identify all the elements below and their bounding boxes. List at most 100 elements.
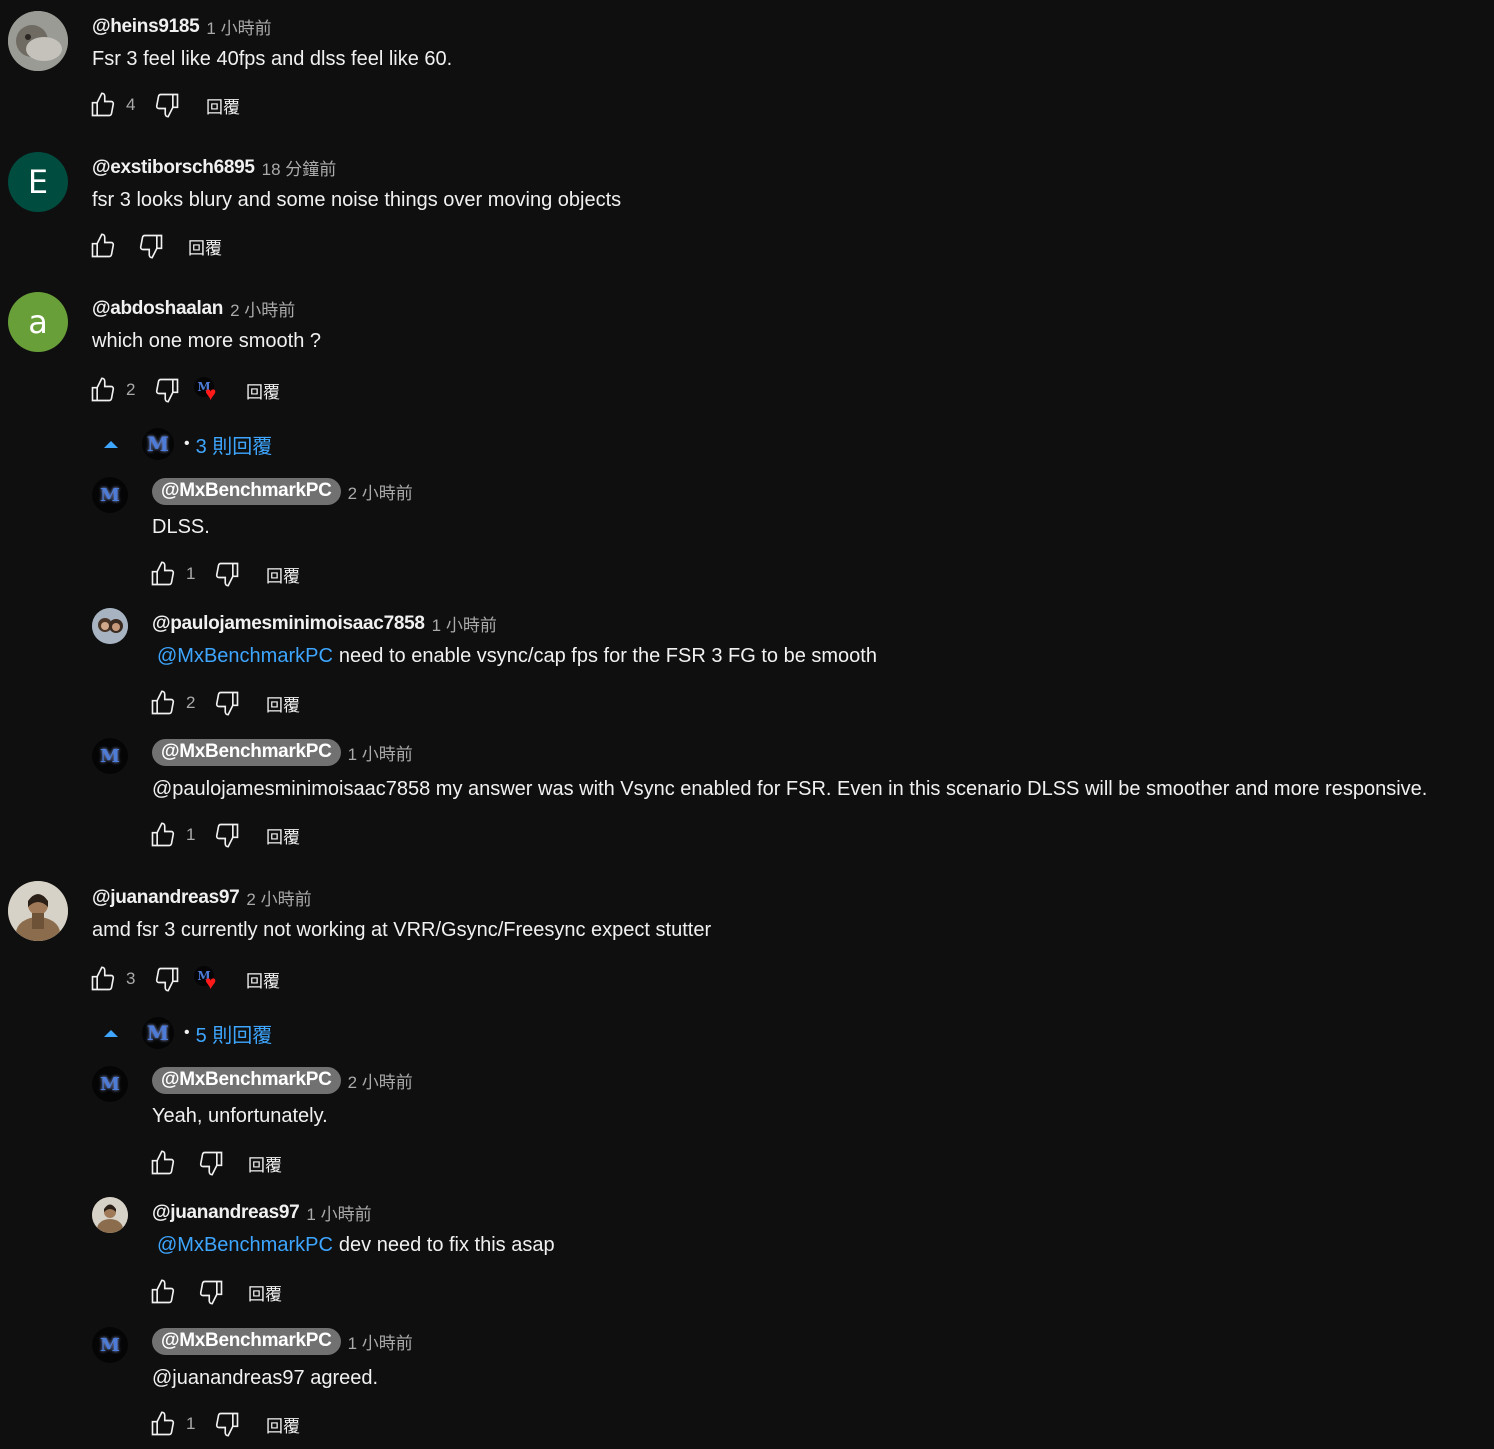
comment-actions: 3 M ♥ 回覆 xyxy=(88,963,280,995)
replies-toggle[interactable]: M • 3 則回覆 xyxy=(104,428,272,460)
author-name[interactable]: @exstiborsch6895 xyxy=(92,157,255,179)
timestamp[interactable]: 2 小時前 xyxy=(348,479,413,504)
thumbs-up-icon xyxy=(91,377,115,402)
avatar[interactable]: M xyxy=(92,738,128,774)
reply-text: Yeah, unfortunately. xyxy=(152,1105,328,1127)
like-button[interactable] xyxy=(148,1277,178,1307)
like-button[interactable] xyxy=(88,90,118,120)
avatar[interactable]: M xyxy=(92,1327,128,1363)
timestamp[interactable]: 1 小時前 xyxy=(432,611,497,636)
mention-link[interactable]: @MxBenchmarkPC xyxy=(157,645,333,667)
like-button[interactable] xyxy=(88,231,118,261)
author-name[interactable]: @paulojamesminimoisaac7858 xyxy=(152,613,425,635)
like-count: 2 xyxy=(186,693,196,712)
reply-button[interactable]: 回覆 xyxy=(246,967,280,992)
reply-text: DLSS. xyxy=(152,516,210,538)
dislike-button[interactable] xyxy=(212,559,242,589)
reply-actions: 2 回覆 xyxy=(148,687,300,719)
mention-link[interactable]: @MxBenchmarkPC xyxy=(157,1234,333,1256)
caret-up-icon xyxy=(104,440,118,448)
reply-button[interactable]: 回覆 xyxy=(188,234,222,259)
avatar[interactable]: a xyxy=(8,292,68,352)
avatar[interactable]: M xyxy=(92,1066,128,1102)
dislike-button[interactable] xyxy=(212,820,242,850)
reply-button[interactable]: 回覆 xyxy=(266,823,300,848)
author-name[interactable]: @juanandreas97 xyxy=(92,887,240,909)
replies-toggle[interactable]: M • 5 則回覆 xyxy=(104,1017,272,1049)
creator-mini-avatar: M xyxy=(142,428,174,460)
replies-count: 3 則回覆 xyxy=(195,435,273,458)
author-name[interactable]: @MxBenchmarkPC xyxy=(152,739,341,766)
timestamp[interactable]: 1 小時前 xyxy=(348,740,413,765)
author-name[interactable]: @MxBenchmarkPC xyxy=(152,1067,341,1094)
thumbs-up-icon xyxy=(91,233,115,258)
thumbs-up-icon xyxy=(151,1411,175,1436)
reply-button[interactable]: 回覆 xyxy=(206,93,240,118)
reply-button[interactable]: 回覆 xyxy=(246,378,280,403)
reply-button[interactable]: 回覆 xyxy=(248,1151,282,1176)
like-button[interactable] xyxy=(148,559,178,589)
comment-header: @juanandreas97 2 小時前 xyxy=(92,885,312,910)
timestamp[interactable]: 1 小時前 xyxy=(206,14,271,39)
comment-actions: 4 回覆 xyxy=(88,89,240,121)
like-button[interactable] xyxy=(148,820,178,850)
like-count: 1 xyxy=(186,825,196,844)
dislike-button[interactable] xyxy=(212,688,242,718)
creator-mini-avatar: M xyxy=(142,1017,174,1049)
dislike-button[interactable] xyxy=(152,90,182,120)
like-button[interactable] xyxy=(88,964,118,994)
avatar-letter: a xyxy=(28,303,48,341)
thumbs-up-icon xyxy=(151,1279,175,1304)
dislike-button[interactable] xyxy=(136,231,166,261)
reply-actions: 回覆 xyxy=(148,1147,282,1179)
like-button[interactable] xyxy=(148,688,178,718)
like-button[interactable] xyxy=(148,1409,178,1439)
avatar[interactable] xyxy=(8,11,68,71)
author-name[interactable]: @heins9185 xyxy=(92,16,200,38)
avatar-letter: E xyxy=(27,163,49,201)
caret-up-icon xyxy=(104,1029,118,1037)
reply-button[interactable]: 回覆 xyxy=(248,1280,282,1305)
author-name[interactable]: @juanandreas97 xyxy=(152,1202,300,1224)
reply-actions: 1 回覆 xyxy=(148,1408,300,1440)
reply-button[interactable]: 回覆 xyxy=(266,1412,300,1437)
reply-header: @MxBenchmarkPC 1 小時前 xyxy=(152,1328,413,1355)
avatar[interactable]: E xyxy=(8,152,68,212)
comment-text: fsr 3 looks blury and some noise things … xyxy=(92,189,622,211)
like-count: 4 xyxy=(126,95,136,114)
avatar[interactable]: M xyxy=(92,477,128,513)
dislike-button[interactable] xyxy=(196,1277,226,1307)
reply-actions: 1 回覆 xyxy=(148,558,300,590)
reply-actions: 1 回覆 xyxy=(148,819,300,851)
dislike-button[interactable] xyxy=(196,1148,226,1178)
avatar[interactable] xyxy=(92,608,128,644)
thumbs-down-icon xyxy=(139,234,163,259)
avatar-letter: M xyxy=(100,745,120,767)
reply-header: @paulojamesminimoisaac7858 1 小時前 xyxy=(152,611,497,636)
comment-text: Fsr 3 feel like 40fps and dlss feel like… xyxy=(92,48,453,70)
reply-button[interactable]: 回覆 xyxy=(266,691,300,716)
dislike-button[interactable] xyxy=(152,375,182,405)
author-name[interactable]: @MxBenchmarkPC xyxy=(152,478,341,505)
reply-text: @MxBenchmarkPC dev need to fix this asap xyxy=(152,1234,555,1257)
timestamp[interactable]: 2 小時前 xyxy=(246,885,311,910)
dislike-button[interactable] xyxy=(212,1409,242,1439)
avatar[interactable] xyxy=(8,881,68,941)
avatar[interactable] xyxy=(92,1197,128,1233)
timestamp[interactable]: 2 小時前 xyxy=(230,296,295,321)
like-button[interactable] xyxy=(148,1148,178,1178)
reply-button[interactable]: 回覆 xyxy=(266,562,300,587)
dislike-button[interactable] xyxy=(152,964,182,994)
timestamp[interactable]: 18 分鐘前 xyxy=(262,155,337,180)
thumbs-down-icon xyxy=(215,691,239,716)
author-name[interactable]: @MxBenchmarkPC xyxy=(152,1328,341,1355)
author-name[interactable]: @abdoshaalan xyxy=(92,298,223,320)
reply-text: @paulojamesminimoisaac7858 my answer was… xyxy=(152,778,1428,800)
comment-actions: 2 M ♥ 回覆 xyxy=(88,374,280,406)
timestamp[interactable]: 2 小時前 xyxy=(348,1068,413,1093)
reply-header: @juanandreas97 1 小時前 xyxy=(152,1200,372,1225)
creator-heart-badge: M ♥ xyxy=(194,964,226,994)
timestamp[interactable]: 1 小時前 xyxy=(306,1200,371,1225)
timestamp[interactable]: 1 小時前 xyxy=(348,1329,413,1354)
like-button[interactable] xyxy=(88,375,118,405)
